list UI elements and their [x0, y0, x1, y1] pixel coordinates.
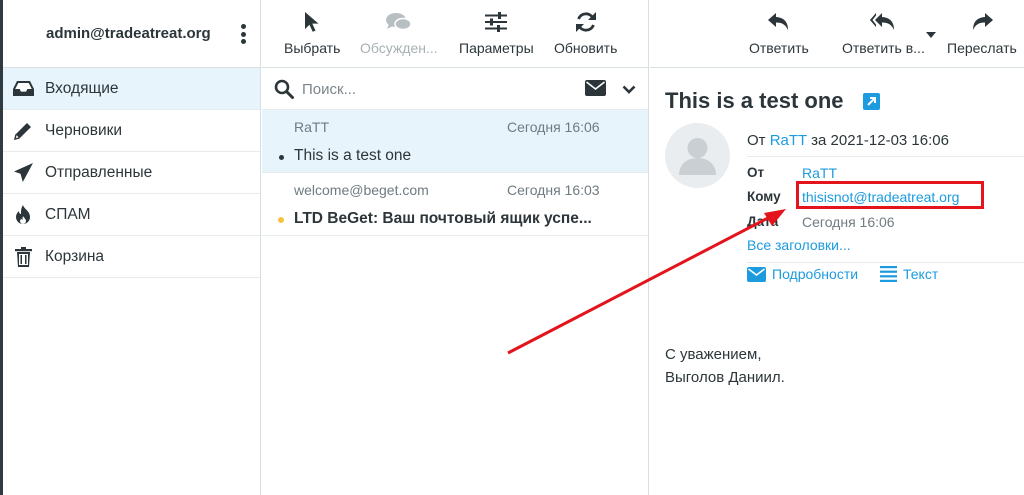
sidebar-item-sent[interactable]: Отправленные: [3, 152, 260, 194]
forward-button[interactable]: Переслать: [947, 9, 1017, 56]
envelope-icon: [747, 266, 766, 282]
select-label: Выбрать: [284, 40, 341, 56]
sidebar: admin@tradeatreat.org Входящие Черновики: [3, 0, 261, 495]
details-label: Подробности: [772, 266, 859, 282]
message-body: С уважением, Выголов Даниил.: [665, 343, 785, 389]
reply-all-button[interactable]: Ответить в...: [842, 9, 925, 56]
chevron-down-icon[interactable]: [622, 82, 636, 100]
sender-link[interactable]: RaTT: [770, 132, 807, 149]
mail-app: admin@tradeatreat.org Входящие Черновики: [0, 0, 1024, 495]
date-prefix: за: [811, 132, 827, 149]
message-row[interactable]: RaTT Сегодня 16:06 This is a test one: [262, 110, 648, 173]
refresh-label: Обновить: [554, 40, 618, 56]
message-row[interactable]: welcome@beget.com Сегодня 16:03 LTD BeGe…: [262, 173, 648, 236]
sender-avatar: [665, 123, 730, 188]
search-bar: [262, 68, 648, 110]
date-header-value: Сегодня 16:06: [802, 214, 895, 230]
message-from: welcome@beget.com: [294, 182, 429, 198]
reply-button[interactable]: Ответить: [749, 9, 809, 56]
text-lines-icon: [880, 266, 897, 282]
reply-all-label: Ответить в...: [842, 40, 925, 56]
date-header-label: Дата: [747, 214, 779, 229]
search-icon[interactable]: [274, 79, 294, 104]
details-link[interactable]: Подробности: [747, 266, 858, 282]
from-prefix: От: [747, 132, 766, 149]
message-date: Сегодня 16:03: [507, 182, 600, 198]
message-date: Сегодня 16:06: [507, 119, 600, 135]
plain-text-link[interactable]: Текст: [880, 266, 938, 282]
unread-status-dot[interactable]: [278, 217, 284, 223]
account-menu-icon[interactable]: [241, 24, 247, 46]
threads-label: Обсужден...: [360, 40, 438, 56]
refresh-icon: [575, 9, 597, 35]
forward-label: Переслать: [947, 40, 1017, 56]
message-subject: LTD BeGet: Ваш почтовый ящик успе...: [294, 210, 592, 227]
select-button[interactable]: Выбрать: [284, 9, 340, 56]
reply-icon: [767, 9, 790, 35]
divider: [747, 262, 1024, 263]
search-input[interactable]: [302, 77, 562, 101]
to-header-label: Кому: [747, 189, 781, 204]
list-toolbar: Выбрать Обсужден... Параметры Обновить: [262, 0, 648, 68]
sliders-icon: [485, 9, 508, 35]
body-line: С уважением,: [665, 346, 762, 363]
reply-all-dropdown-icon[interactable]: [926, 32, 936, 38]
plain-text-label: Текст: [903, 266, 939, 282]
reader-toolbar: Ответить Ответить в... Переслать: [650, 0, 1024, 68]
sidebar-item-label: СПАМ: [45, 205, 91, 223]
message-subject-heading: This is a test one: [665, 88, 844, 113]
trash-icon: [12, 246, 34, 268]
message-subject: This is a test one: [294, 147, 412, 164]
sidebar-item-label: Входящие: [45, 79, 119, 97]
sidebar-item-inbox[interactable]: Входящие: [3, 68, 260, 110]
message-datetime: 2021-12-03 16:06: [830, 132, 949, 149]
reading-pane: Ответить Ответить в... Переслать This is…: [650, 0, 1024, 495]
open-in-new-window-icon[interactable]: [863, 93, 880, 115]
from-header-label: От: [747, 165, 765, 180]
annotation-highlight-box: [796, 181, 984, 209]
message-from: RaTT: [294, 119, 329, 135]
sidebar-header: admin@tradeatreat.org: [3, 0, 260, 68]
message-list-pane: Выбрать Обсужден... Параметры Обновить П…: [262, 0, 649, 495]
sidebar-item-label: Корзина: [45, 247, 105, 265]
account-email: admin@tradeatreat.org: [46, 25, 211, 42]
forward-icon: [971, 9, 993, 35]
refresh-button[interactable]: Обновить: [554, 9, 617, 56]
sidebar-item-label: Черновики: [45, 121, 123, 139]
sidebar-item-drafts[interactable]: Черновики: [3, 110, 260, 152]
paper-plane-icon: [12, 162, 34, 184]
all-headers-link[interactable]: Все заголовки...: [747, 237, 851, 253]
from-header-value[interactable]: RaTT: [802, 165, 837, 181]
read-status-dot[interactable]: [279, 155, 284, 160]
chat-bubbles-icon: [385, 9, 412, 35]
reply-all-icon: [870, 9, 896, 35]
options-button[interactable]: Параметры: [459, 9, 534, 56]
envelope-filter-icon[interactable]: [585, 80, 606, 101]
body-line: Выголов Даниил.: [665, 369, 785, 386]
sender-summary: От RaTT за 2021-12-03 16:06: [747, 132, 949, 149]
sidebar-item-label: Отправленные: [45, 163, 153, 181]
threads-button[interactable]: Обсужден...: [360, 9, 438, 56]
reply-label: Ответить: [749, 40, 809, 56]
divider: [747, 156, 1024, 157]
cursor-icon: [304, 9, 320, 35]
sidebar-item-spam[interactable]: СПАМ: [3, 194, 260, 236]
folder-list: Входящие Черновики Отправленные СПАМ Кор…: [3, 68, 260, 278]
fire-icon: [12, 204, 34, 226]
sidebar-item-trash[interactable]: Корзина: [3, 236, 260, 278]
pencil-icon: [12, 120, 34, 142]
options-label: Параметры: [459, 40, 534, 56]
inbox-icon: [12, 78, 34, 100]
